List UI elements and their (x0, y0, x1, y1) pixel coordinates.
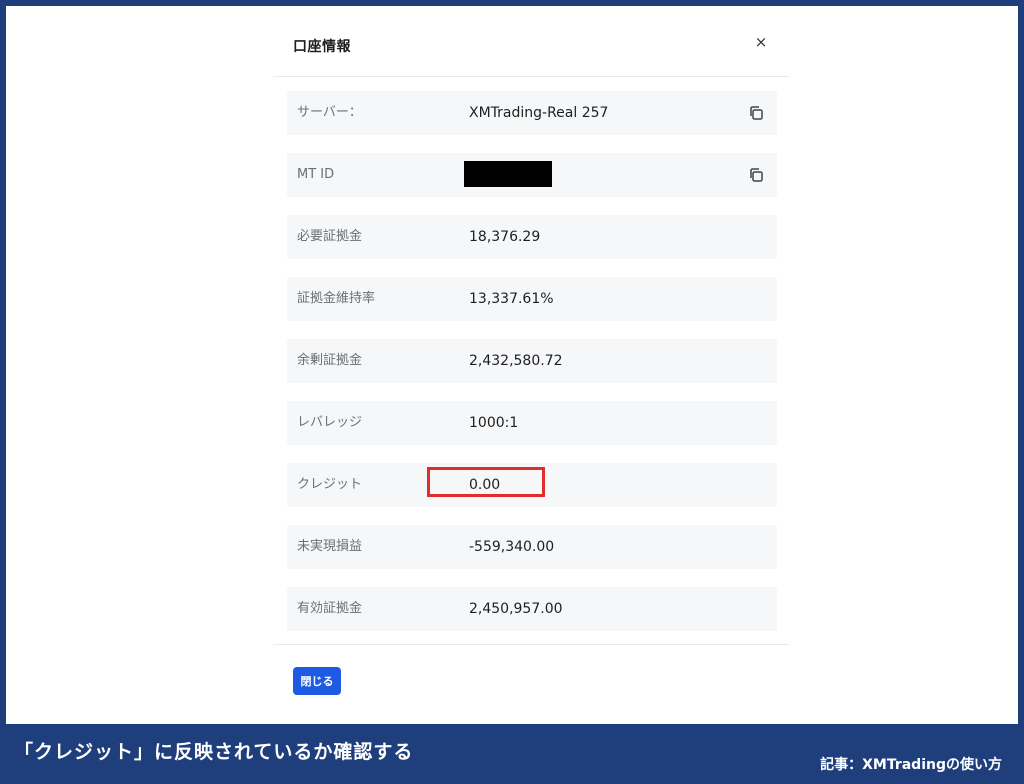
row-mt-id: MT ID (287, 153, 777, 197)
row-value: -559,340.00 (469, 539, 555, 555)
row-value: 13,337.61% (469, 291, 554, 307)
row-value: XMTrading-Real 257 (469, 105, 609, 121)
row-value: 18,376.29 (469, 229, 541, 245)
row-label: 有効証拠金 (297, 601, 363, 616)
row-label: 未実現損益 (297, 539, 363, 554)
close-button[interactable]: 閉じる (293, 667, 341, 695)
row-required-margin: 必要証拠金 18,376.29 (287, 215, 777, 259)
row-value: 2,450,957.00 (469, 601, 563, 617)
row-label: 余剰証拠金 (297, 353, 363, 368)
row-server: サーバー： XMTrading-Real 257 (287, 91, 777, 135)
close-icon[interactable]: × (753, 34, 769, 50)
row-unrealized-pnl: 未実現損益 -559,340.00 (287, 525, 777, 569)
row-label: 証拠金維持率 (297, 291, 376, 306)
row-label: レバレッジ (297, 415, 363, 430)
footer-divider (273, 644, 789, 645)
screenshot-frame: 口座情報 × サーバー： XMTrading-Real 257 MT ID 必要… (6, 6, 1018, 724)
caption-source: 記事：XMTradingの使い方 (820, 757, 1002, 773)
row-margin-level: 証拠金維持率 13,337.61% (287, 277, 777, 321)
row-label: サーバー： (297, 105, 362, 120)
row-label: 必要証拠金 (297, 229, 363, 244)
header-divider (273, 76, 789, 77)
credit-highlight-box (427, 467, 545, 497)
row-equity: 有効証拠金 2,450,957.00 (287, 587, 777, 631)
row-value: 1000:1 (469, 415, 519, 431)
account-info-list: サーバー： XMTrading-Real 257 MT ID 必要証拠金 18,… (287, 91, 777, 649)
row-value: 2,432,580.72 (469, 353, 563, 369)
redacted-mt-id (464, 161, 552, 187)
caption-main: 「クレジット」に反映されているか確認する (14, 741, 414, 763)
row-label: MT ID (297, 167, 335, 182)
row-credit: クレジット 0.00 (287, 463, 777, 507)
row-leverage: レバレッジ 1000:1 (287, 401, 777, 445)
row-label: クレジット (297, 477, 363, 492)
account-info-dialog: 口座情報 × サーバー： XMTrading-Real 257 MT ID 必要… (273, 6, 789, 724)
copy-icon[interactable] (747, 104, 765, 122)
row-free-margin: 余剰証拠金 2,432,580.72 (287, 339, 777, 383)
copy-icon[interactable] (747, 166, 765, 184)
dialog-title: 口座情報 (293, 39, 351, 55)
